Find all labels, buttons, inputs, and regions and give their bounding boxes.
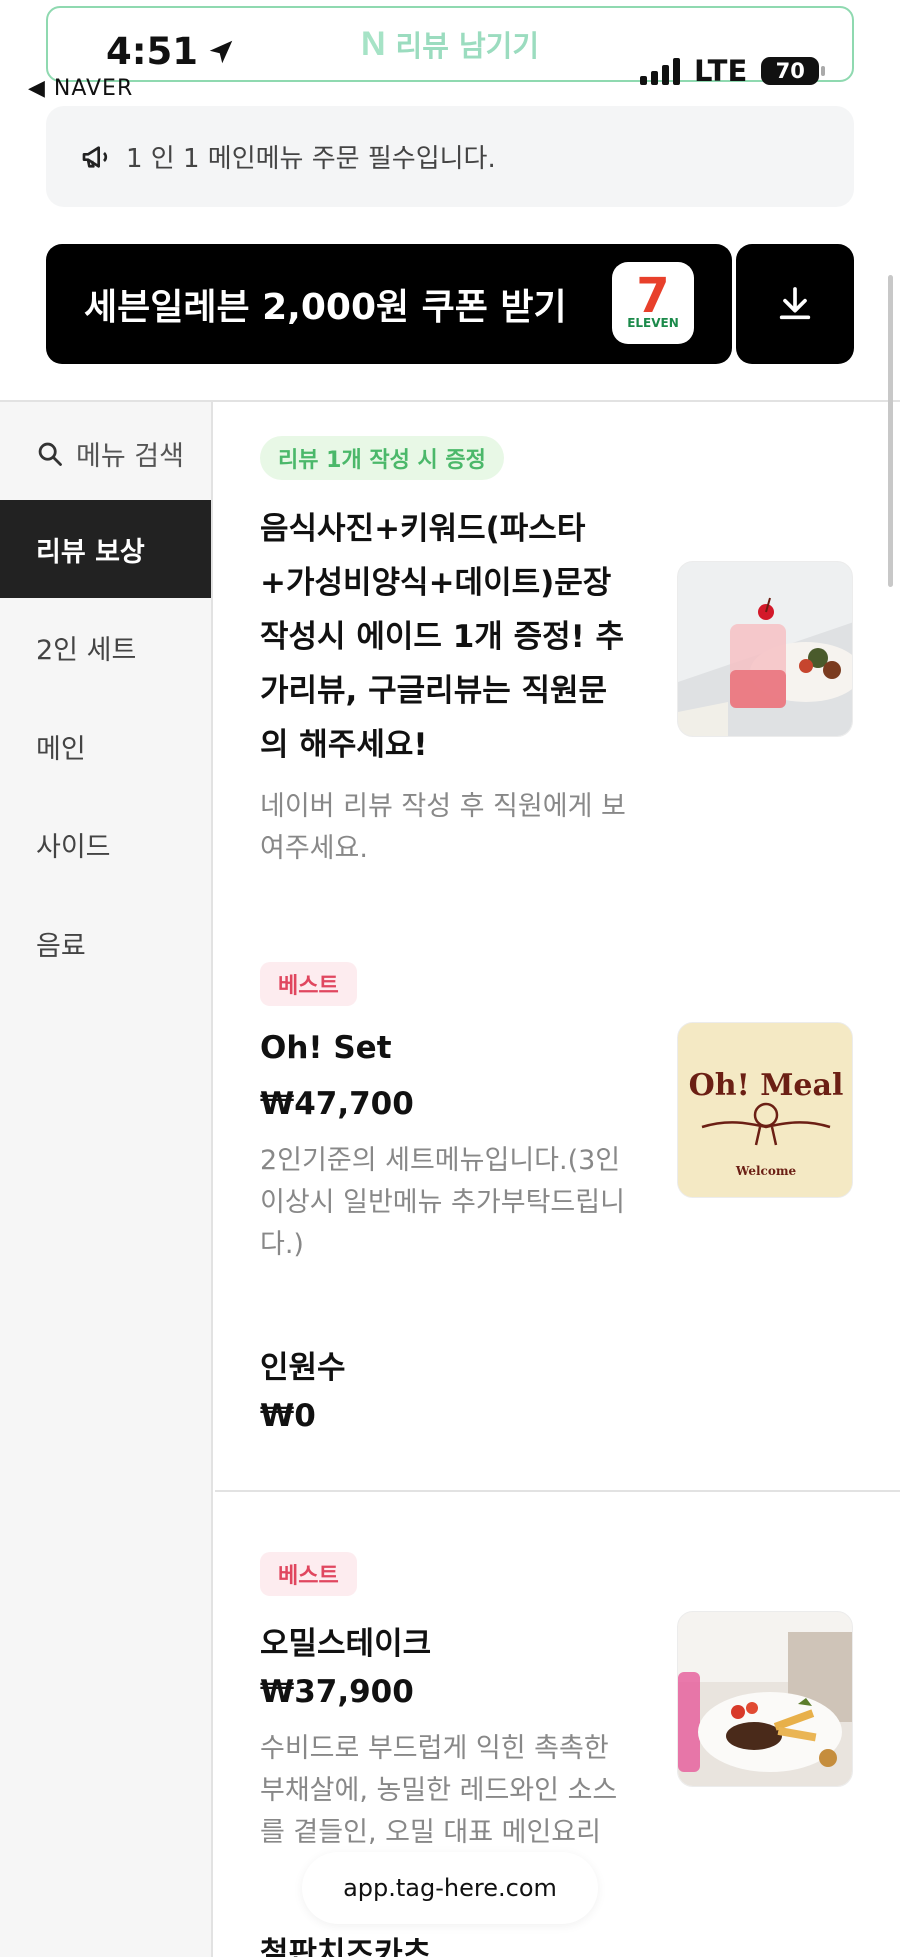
notice-text: 1 인 1 메인메뉴 주문 필수입니다. xyxy=(126,144,496,174)
notice-banner: 1 인 1 메인메뉴 주문 필수입니다. xyxy=(46,106,854,207)
megaphone-icon xyxy=(82,145,108,168)
oh-meal-logo-text: Oh! Meal xyxy=(689,1068,844,1103)
battery-icon: 70 xyxy=(761,57,826,85)
sidebar-item-main[interactable]: 메인 xyxy=(0,697,211,795)
item-desc: 2인기준의 세트메뉴입니다.(3인이상시 일반메뉴 추가부탁드립니다.) xyxy=(260,1145,625,1260)
steak-photo xyxy=(677,1611,853,1787)
best-badge: 베스트 xyxy=(260,962,357,1006)
download-coupon-button[interactable] xyxy=(736,244,854,364)
clock-text: 4:51 xyxy=(106,30,199,73)
status-time: 4:51 xyxy=(106,30,236,73)
network-type: LTE xyxy=(694,54,748,88)
menu-list: 리뷰 1개 작성 시 증정 음식사진+키워드(파스타+가성비양식+데이트)문장 … xyxy=(215,402,900,1957)
sidebar-item-two-person-set[interactable]: 2인 세트 xyxy=(0,598,211,696)
seven-eleven-logo: 7 ELEVEN xyxy=(612,262,694,344)
review-button-label: 리뷰 남기기 xyxy=(395,29,540,63)
best-badge: 베스트 xyxy=(260,1552,357,1596)
search-icon xyxy=(38,442,62,466)
item-divider xyxy=(215,1490,900,1492)
sidebar-item-review-reward[interactable]: 리뷰 보상 xyxy=(0,500,211,598)
review-reward-badge: 리뷰 1개 작성 시 증정 xyxy=(260,436,504,480)
signal-icon xyxy=(640,57,680,85)
ade-drink-photo xyxy=(677,561,853,737)
review-reward-title: 음식사진+키워드(파스타+가성비양식+데이트)문장 작성시 에이드 1개 증정!… xyxy=(260,511,625,763)
item-price: ₩47,700 xyxy=(260,1086,414,1122)
download-icon xyxy=(779,287,811,320)
next-menu-item-name[interactable]: 철판치즈카츠 xyxy=(260,1928,431,1957)
option-name: 인원수 xyxy=(260,1350,346,1386)
battery-level: 70 xyxy=(775,59,805,83)
sidebar-item-side[interactable]: 사이드 xyxy=(0,795,211,893)
item-name: Oh! Set xyxy=(260,1030,392,1066)
status-indicators: LTE 70 xyxy=(640,54,826,88)
item-price: ₩37,900 xyxy=(260,1674,414,1710)
location-arrow-icon xyxy=(209,40,233,63)
page-scrollbar[interactable] xyxy=(888,275,893,587)
sidebar-item-drinks[interactable]: 음료 xyxy=(0,894,211,992)
coupon-banner[interactable]: 세븐일레븐 2,000원 쿠폰 받기 7 ELEVEN xyxy=(46,244,732,364)
menu-search-button[interactable]: 메뉴 검색 xyxy=(36,434,184,473)
logo-text: ELEVEN xyxy=(627,316,679,330)
naver-n-icon: N xyxy=(360,24,386,63)
url-pill: app.tag-here.com xyxy=(302,1852,598,1924)
coupon-label: 세븐일레븐 2,000원 쿠폰 받기 xyxy=(84,287,567,328)
oh-meal-logo-image: Oh! Meal Welcome xyxy=(677,1022,853,1198)
option-price: ₩0 xyxy=(260,1398,316,1434)
category-sidebar: 메뉴 검색 리뷰 보상 2인 세트 메인 사이드 음료 xyxy=(0,402,213,1957)
oh-meal-welcome-text: Welcome xyxy=(735,1164,797,1178)
item-desc: 수비드로 부드럽게 익힌 촉촉한 부채살에, 농밀한 레드와인 소스를 곁들인,… xyxy=(260,1733,618,1848)
review-reward-desc: 네이버 리뷰 작성 후 직원에게 보여주세요. xyxy=(260,791,626,864)
search-label: 메뉴 검색 xyxy=(76,441,184,472)
back-to-naver-link[interactable]: ◀ NAVER xyxy=(28,76,133,101)
item-name: 오밀스테이크 xyxy=(260,1626,432,1662)
logo-number: 7 xyxy=(636,268,670,324)
